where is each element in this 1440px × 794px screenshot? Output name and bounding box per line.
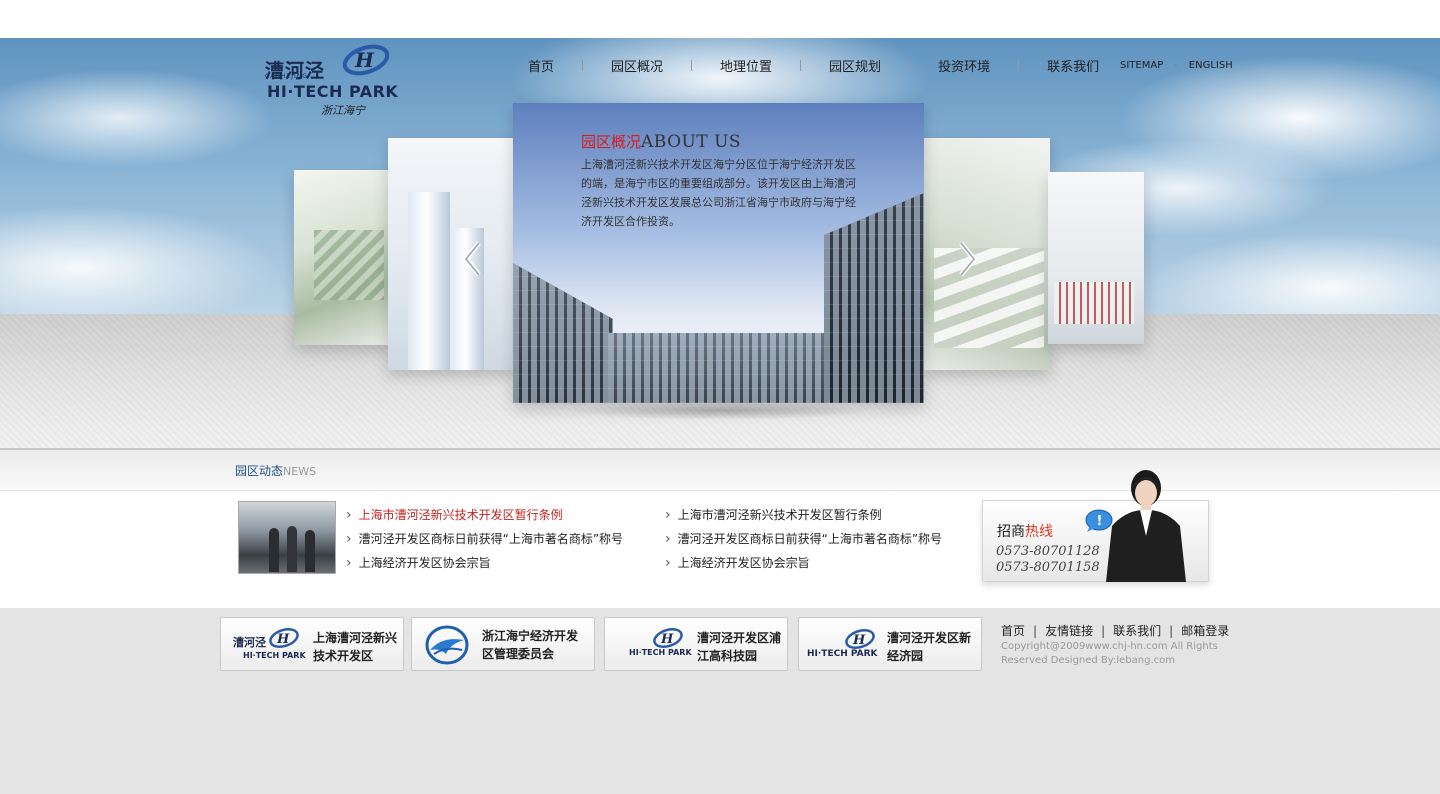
logo-text-sub: CAOHEJING xyxy=(265,73,308,80)
footer-link-contact[interactable]: 联系我们 xyxy=(1113,624,1161,638)
carousel-next-arrow-icon[interactable] xyxy=(955,240,979,278)
partner-logo-en: HI·TECH PARK xyxy=(243,651,306,660)
partner-logo-en: HI·TECH PARK xyxy=(807,649,878,659)
carousel-slide-active[interactable]: 园区概况ABOUT US 上海漕河泾新兴技术开发区海宁分区位于海宁经济开发区的端… xyxy=(513,103,924,403)
footer-separator: | xyxy=(1033,624,1038,638)
utility-links: SITEMAP · ENGLISH xyxy=(1120,60,1233,71)
news-title-cn: 园区动态 xyxy=(235,464,284,478)
building-image xyxy=(608,333,829,403)
english-link[interactable]: ENGLISH xyxy=(1189,60,1233,71)
partner-link-xinjingji[interactable]: H HI·TECH PARK 漕河泾开发区新 经济园 xyxy=(798,617,982,671)
slide-image xyxy=(408,192,450,370)
news-thumbnail[interactable] xyxy=(238,501,336,574)
carousel-slide-right[interactable] xyxy=(924,138,1050,370)
svg-text:H: H xyxy=(852,633,866,648)
hi-tech-park-logo-icon: H xyxy=(269,627,299,649)
news-item[interactable]: 漕河泾开发区商标日前获得“上海市著名商标”称号 xyxy=(665,527,942,551)
carousel-slide-left[interactable] xyxy=(388,138,514,370)
svg-text:H: H xyxy=(276,632,290,647)
partner-name: 江高科技园 xyxy=(697,649,758,663)
slide-shadow xyxy=(520,403,918,429)
top-strip xyxy=(0,0,1440,38)
news-item[interactable]: 上海市漕河泾新兴技术开发区暂行条例 xyxy=(665,503,942,527)
partner-name: 浙江海宁经济开发 xyxy=(482,629,579,643)
partner-name: 经济园 xyxy=(887,649,924,663)
thumbnail-figure xyxy=(269,528,279,572)
sitemap-link[interactable]: SITEMAP xyxy=(1120,60,1163,71)
hotline-label: 招商热线 xyxy=(997,521,1053,541)
partner-name: 区管理委员会 xyxy=(482,647,555,661)
carousel-prev-arrow-icon[interactable] xyxy=(461,240,485,278)
news-item[interactable]: 上海经济开发区协会宗旨 xyxy=(665,551,942,575)
nav-contact[interactable]: 联系我们 xyxy=(1019,56,1127,75)
hi-tech-park-logo-icon: H xyxy=(342,44,390,76)
partner-link-haining[interactable]: 浙江海宁经济开发 区管理委员会 xyxy=(411,617,595,671)
nav-planning[interactable]: 园区规划 xyxy=(801,56,909,75)
slide-image xyxy=(314,230,384,300)
about-title-en: ABOUT US xyxy=(641,132,742,152)
customer-service-agent-image xyxy=(1106,470,1186,582)
svg-text:H: H xyxy=(660,632,674,647)
hotline-label-a: 招商 xyxy=(997,524,1025,540)
carousel-slide-far-left[interactable] xyxy=(294,170,390,345)
haining-emblem-icon xyxy=(425,625,469,665)
hi-tech-park-logo-icon: H xyxy=(845,628,875,650)
main-nav: 首页 园区概况 地理位置 园区规划 投资环境 联系我们 xyxy=(500,55,1127,75)
footer-separator: | xyxy=(1169,624,1174,638)
svg-text:H: H xyxy=(354,48,375,72)
nav-home[interactable]: 首页 xyxy=(500,56,582,75)
news-item[interactable]: 漕河泾开发区商标日前获得“上海市著名商标”称号 xyxy=(346,527,623,551)
logo-text-en: HI·TECH PARK xyxy=(267,82,399,101)
util-divider: · xyxy=(1174,60,1178,71)
footer-separator: | xyxy=(1101,624,1106,638)
nav-location[interactable]: 地理位置 xyxy=(692,56,800,75)
nav-investment[interactable]: 投资环境 xyxy=(910,56,1018,75)
partner-link-pujiang[interactable]: H HI·TECH PARK 漕河泾开发区浦 江高科技园 xyxy=(604,617,788,671)
partner-link-caohejing[interactable]: 漕河泾 H HI·TECH PARK 上海漕河泾新兴 技术开发区 xyxy=(220,617,404,671)
news-list-right: 上海市漕河泾新兴技术开发区暂行条例 漕河泾开发区商标日前获得“上海市著名商标”称… xyxy=(665,503,942,575)
partner-name: 技术开发区 xyxy=(313,649,374,663)
hi-tech-park-logo-icon: H xyxy=(653,627,683,649)
partner-logo-en: HI·TECH PARK xyxy=(629,648,692,657)
footer-link-home[interactable]: 首页 xyxy=(1001,624,1025,638)
hotline-label-b: 热线 xyxy=(1025,524,1053,540)
partner-logo-cn: 漕河泾 xyxy=(233,636,266,649)
nav-park-overview[interactable]: 园区概况 xyxy=(583,56,691,75)
hotline-phone: 0573-80701158 xyxy=(996,560,1100,575)
footer-link-mail-login[interactable]: 邮箱登录 xyxy=(1181,624,1229,638)
footer-links: 首页 | 友情链接 | 联系我们 | 邮箱登录 xyxy=(1001,622,1229,639)
hotline-phone: 0573-80701128 xyxy=(996,544,1100,559)
slide-image xyxy=(934,248,1044,348)
news-title-en: NEWS xyxy=(283,465,317,478)
news-section-title: 园区动态NEWS xyxy=(235,462,316,479)
partner-name: 漕河泾开发区浦 xyxy=(697,631,782,645)
partner-name: 漕河泾开发区新 xyxy=(887,631,972,645)
news-item[interactable]: 上海市漕河泾新兴技术开发区暂行条例 xyxy=(346,503,623,527)
news-list-left: 上海市漕河泾新兴技术开发区暂行条例 漕河泾开发区商标日前获得“上海市著名商标”称… xyxy=(346,503,623,575)
news-header-strip xyxy=(0,450,1440,491)
about-text: 上海漕河泾新兴技术开发区海宁分区位于海宁经济开发区的端，是海宁市区的重要组成部分… xyxy=(581,158,856,228)
site-logo[interactable]: H 漕河泾 CAOHEJING HI·TECH PARK 浙江海宁 xyxy=(265,44,415,122)
carousel-slide-far-right[interactable] xyxy=(1048,172,1144,344)
logo-signature: 浙江海宁 xyxy=(321,104,365,117)
about-title: 园区概况ABOUT US xyxy=(581,131,741,152)
copyright-text: Copyright@2009www.chj-hn.com All Rights … xyxy=(1001,641,1218,666)
building-image xyxy=(513,263,613,403)
thumbnail-figure xyxy=(287,526,297,572)
thumbnail-figure xyxy=(305,530,315,572)
news-item[interactable]: 上海经济开发区协会宗旨 xyxy=(346,551,623,575)
slide-image xyxy=(1054,282,1134,324)
partner-name: 上海漕河泾新兴 xyxy=(313,631,398,645)
about-title-cn: 园区概况 xyxy=(581,133,642,151)
footer-link-friends[interactable]: 友情链接 xyxy=(1045,624,1093,638)
